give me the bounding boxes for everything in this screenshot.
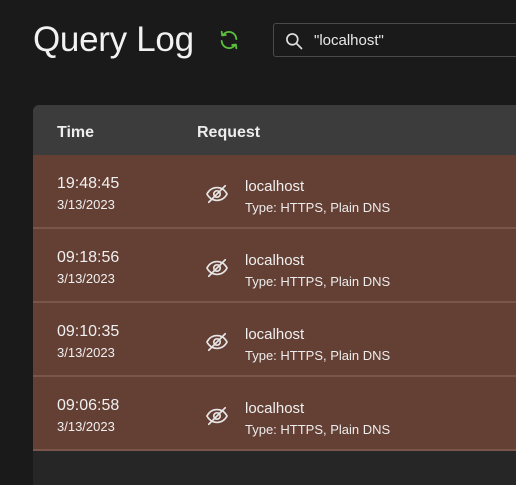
row-type: Type: HTTPS, Plain DNS [245, 274, 391, 289]
refresh-icon[interactable] [218, 29, 240, 51]
column-header-time[interactable]: Time [57, 105, 94, 161]
row-date: 3/13/2023 [57, 271, 115, 286]
table-header: Time Request [33, 105, 516, 155]
row-time: 19:48:45 [57, 175, 120, 192]
eye-slash-icon[interactable] [205, 331, 229, 353]
row-domain[interactable]: localhost [245, 252, 304, 269]
row-type: Type: HTTPS, Plain DNS [245, 422, 391, 437]
table-row[interactable]: 09:10:35 3/13/2023 localhost Type: HTTPS, P… [33, 303, 516, 377]
page-title: Query Log [33, 20, 194, 59]
search-input[interactable] [314, 24, 516, 56]
table-row[interactable]: 19:48:45 3/13/2023 localhost Type: HTTPS, P… [33, 155, 516, 229]
table-row[interactable]: 09:18:56 3/13/2023 localhost Type: HTTPS, P… [33, 229, 516, 303]
row-time: 09:18:56 [57, 249, 120, 266]
row-time: 09:06:58 [57, 397, 120, 414]
row-time: 09:10:35 [57, 323, 120, 340]
row-date: 3/13/2023 [57, 345, 115, 360]
column-header-request[interactable]: Request [197, 105, 260, 161]
row-domain[interactable]: localhost [245, 178, 304, 195]
search-icon [286, 33, 303, 50]
table-row[interactable]: 09:06:58 3/13/2023 localhost Type: HTTPS, P… [33, 377, 516, 451]
row-type: Type: HTTPS, Plain DNS [245, 348, 391, 363]
query-log-table: Time Request 19:48:45 3/13/2023 localhost T… [33, 105, 516, 485]
row-domain[interactable]: localhost [245, 400, 304, 417]
eye-slash-icon[interactable] [205, 257, 229, 279]
refresh-button[interactable] [217, 28, 241, 52]
eye-slash-icon[interactable] [205, 183, 229, 205]
table-rows: 19:48:45 3/13/2023 localhost Type: HTTPS, P… [33, 155, 516, 451]
row-type: Type: HTTPS, Plain DNS [245, 200, 391, 215]
row-date: 3/13/2023 [57, 419, 115, 434]
row-date: 3/13/2023 [57, 197, 115, 212]
row-domain[interactable]: localhost [245, 326, 304, 343]
search-box[interactable] [273, 23, 516, 57]
eye-slash-icon[interactable] [205, 405, 229, 427]
